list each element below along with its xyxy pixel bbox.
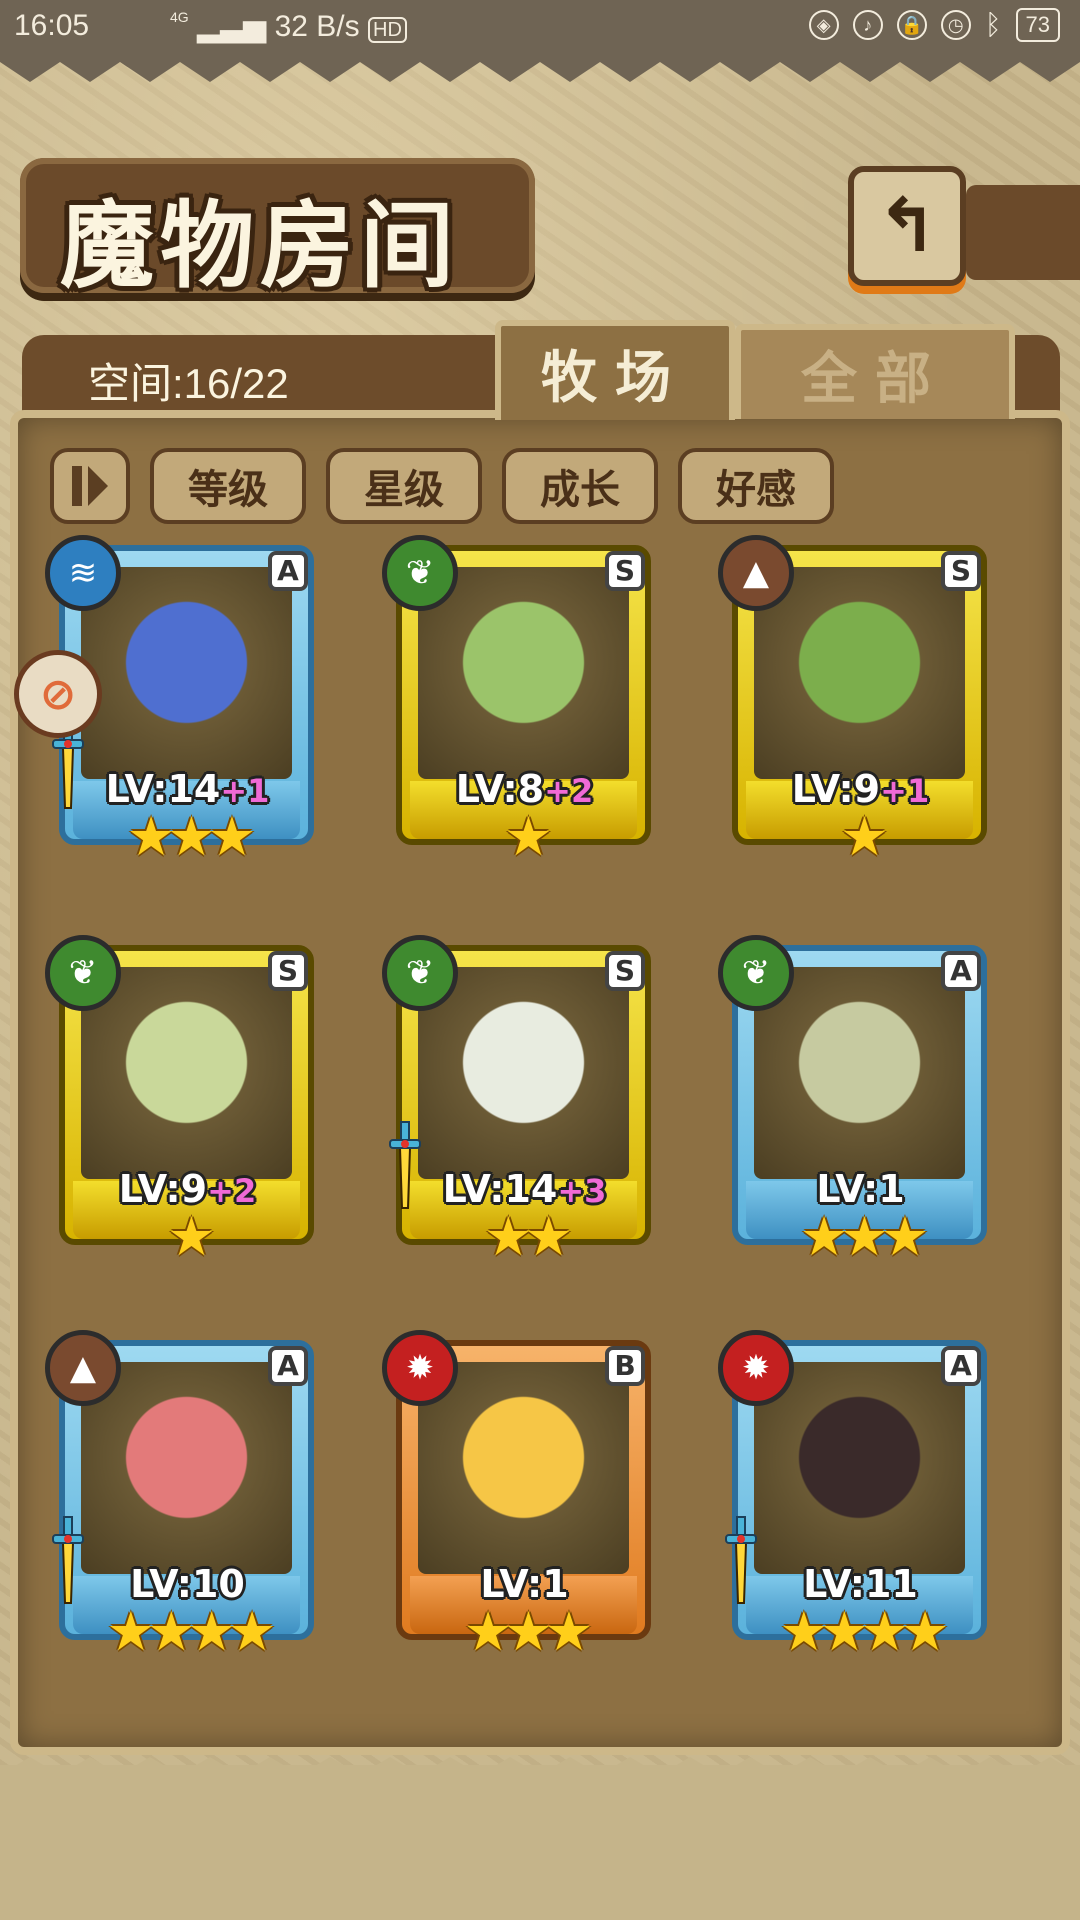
- status-speed: 4G ▂▃▅ 32 B/s HD: [170, 9, 407, 44]
- monster-portrait: [81, 567, 292, 779]
- monster-portrait: [418, 567, 629, 779]
- status-icons: ◈ ♪ 🔒 ◷ ᛒ 73: [808, 8, 1060, 42]
- star-rating: ★: [840, 805, 888, 868]
- star-rating: ★★★: [799, 1205, 929, 1268]
- sort-growth-button[interactable]: 成长: [502, 448, 658, 524]
- earth-element-icon: ▲: [718, 535, 794, 611]
- monster-card[interactable]: S ❦ LV:14+3 ★★: [382, 935, 667, 1268]
- rank-badge: A: [268, 1346, 308, 1386]
- grass-element-icon: ❦: [45, 935, 121, 1011]
- grass-element-icon: ❦: [382, 535, 458, 611]
- tab-pasture[interactable]: 牧场: [495, 320, 735, 420]
- bottom-torn-edge: [0, 1757, 1080, 1795]
- fire-element-icon: ✹: [718, 1330, 794, 1406]
- grass-element-icon: ❦: [718, 935, 794, 1011]
- status-time: 16:05: [14, 9, 90, 42]
- monster-card[interactable]: A ❦ LV:1 ★★★: [718, 935, 1003, 1268]
- monster-portrait: [418, 967, 629, 1179]
- earth-element-icon: ▲: [45, 1330, 121, 1406]
- monster-card[interactable]: B ✹ LV:1 ★★★: [382, 1330, 667, 1663]
- star-rating: ★★★: [126, 805, 256, 868]
- rank-badge: S: [605, 551, 645, 591]
- monster-portrait: [81, 1362, 292, 1574]
- rank-badge: A: [941, 951, 981, 991]
- fire-element-icon: ✹: [382, 1330, 458, 1406]
- network-speed: 32 B/s: [274, 10, 360, 43]
- top-torn-edge: [0, 54, 1080, 82]
- network-type: 4G: [170, 9, 189, 25]
- back-tab-decoration: [966, 185, 1080, 280]
- sort-level-button[interactable]: 等级: [150, 448, 306, 524]
- star-rating: ★★★★: [779, 1600, 950, 1663]
- monster-card[interactable]: A ▲ LV:10 ★★★★: [45, 1330, 330, 1663]
- tab-all[interactable]: 全部: [735, 324, 1015, 419]
- monster-portrait: [754, 567, 965, 779]
- battery-icon: 73: [1015, 8, 1060, 42]
- monster-portrait: [754, 1362, 965, 1574]
- lock-icon: 🔒: [896, 10, 927, 40]
- rank-badge: A: [268, 551, 308, 591]
- monster-card[interactable]: S ❦ LV:8+2 ★: [382, 535, 667, 868]
- signal-icon: ▂▃▅: [197, 10, 267, 43]
- alarm-icon: ◷: [940, 10, 971, 40]
- sort-stars-button[interactable]: 星级: [326, 448, 482, 524]
- vibrate-icon: ♪: [852, 10, 883, 40]
- star-rating: ★: [504, 805, 552, 868]
- nfc-icon: ◈: [808, 10, 839, 40]
- page-title: 魔物房间: [60, 191, 461, 301]
- rank-badge: S: [605, 951, 645, 991]
- star-rating: ★★: [484, 1205, 573, 1268]
- rank-badge: S: [268, 951, 308, 991]
- star-rating: ★: [167, 1205, 215, 1268]
- sort-toggle-icon: [72, 466, 82, 506]
- sort-arrow-icon: [88, 466, 108, 506]
- space-count: 空间:16/22: [88, 360, 289, 407]
- rank-badge: B: [605, 1346, 645, 1386]
- rank-badge: A: [941, 1346, 981, 1386]
- bluetooth-icon: ᛒ: [984, 9, 1002, 40]
- water-element-icon: ≋: [45, 535, 121, 611]
- monster-card[interactable]: A ✹ LV:11 ★★★★: [718, 1330, 1003, 1663]
- monster-portrait: [418, 1362, 629, 1574]
- rank-badge: S: [941, 551, 981, 591]
- sort-affection-button[interactable]: 好感: [678, 448, 834, 524]
- back-button[interactable]: ↰: [848, 166, 966, 286]
- hd-label: HD: [368, 17, 407, 43]
- sort-toggle-button[interactable]: [50, 448, 130, 524]
- return-arrow-icon: ↰: [875, 183, 938, 269]
- monster-card[interactable]: S ❦ LV:9+2 ★: [45, 935, 330, 1268]
- grass-element-icon: ❦: [382, 935, 458, 1011]
- monster-portrait: [754, 967, 965, 1179]
- monster-portrait: [81, 967, 292, 1179]
- star-rating: ★★★★: [106, 1600, 277, 1663]
- status-bar: 16:05 4G ▂▃▅ 32 B/s HD ◈ ♪ 🔒 ◷ ᛒ 73: [0, 0, 1080, 54]
- lock-badge-icon[interactable]: ⊘: [14, 650, 102, 738]
- monster-card[interactable]: S ▲ LV:9+1 ★: [718, 535, 1003, 868]
- title-plate: 魔物房间: [20, 158, 535, 301]
- star-rating: ★★★: [463, 1600, 593, 1663]
- tab-bar-right: [1015, 335, 1060, 415]
